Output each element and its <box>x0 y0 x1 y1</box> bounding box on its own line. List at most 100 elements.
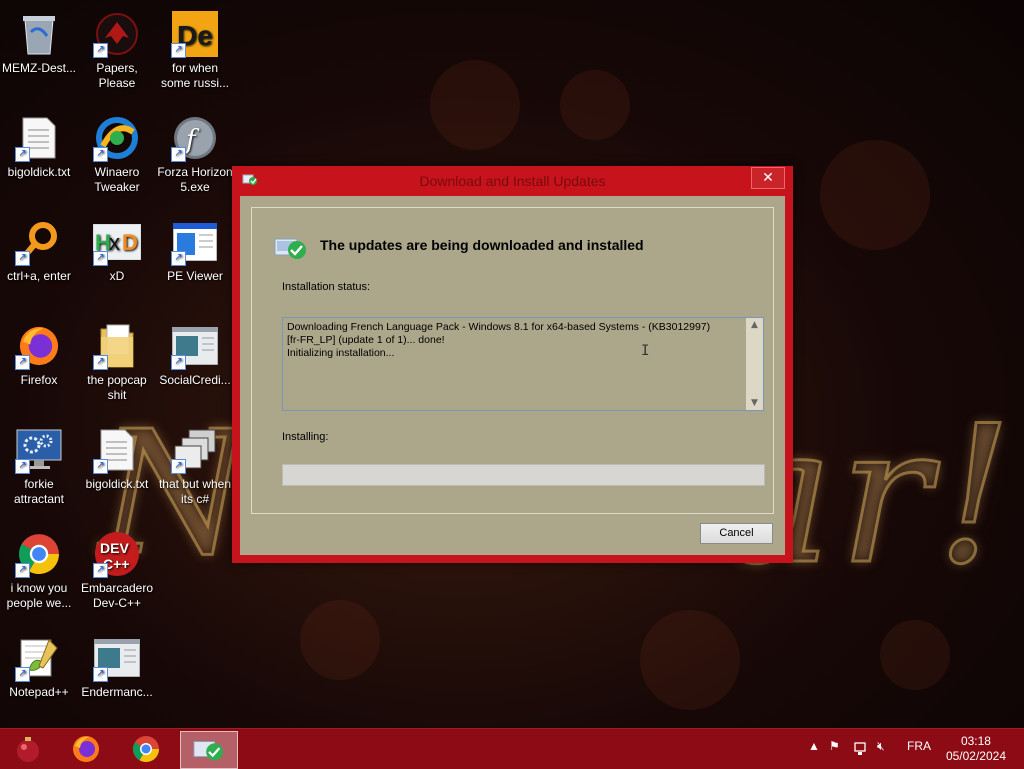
dialog-client: The updates are being downloaded and ins… <box>240 196 785 555</box>
shortcut-arrow-icon: ↗ <box>15 355 30 370</box>
desktop-icon[interactable]: ↗ the popcap shit <box>78 316 156 403</box>
app-window-icon: ↗ <box>171 322 219 370</box>
desktop-icon[interactable]: ↗ SocialCredi... <box>156 316 234 388</box>
pe-viewer-icon: ↗ <box>171 218 219 266</box>
flash-icon: f ↗ <box>171 114 219 162</box>
desktop-icon[interactable]: ↗ bigoldick.txt <box>78 420 156 492</box>
magnifier-ring-icon: ↗ <box>15 218 63 266</box>
desktop-icon-label: the popcap shit <box>87 373 147 402</box>
show-hidden-icons-icon[interactable]: ▲ <box>808 739 820 753</box>
desktop-icon-label: PE Viewer <box>167 269 223 283</box>
shortcut-arrow-icon: ↗ <box>171 355 186 370</box>
start-ornament-icon <box>17 737 39 762</box>
svg-text:x: x <box>109 230 120 255</box>
desktop-icon-label: Firefox <box>20 373 58 387</box>
status-scrollbar[interactable]: ▲ ▼ <box>746 318 763 410</box>
taskbar-clock[interactable]: 03:18 05/02/2024 <box>946 734 1006 764</box>
notepadpp-icon: ↗ <box>15 634 63 682</box>
folder-icon: ↗ <box>93 322 141 370</box>
desktop-icon[interactable]: ↗ forkie attractant <box>0 420 78 507</box>
chrome-icon: ↗ <box>15 530 63 578</box>
desktop-icon[interactable]: f ↗ Forza Horizon 5.exe <box>156 108 234 195</box>
start-button[interactable] <box>0 731 56 767</box>
clock-time: 03:18 <box>960 734 991 748</box>
install-progress-bar <box>282 464 765 486</box>
shortcut-arrow-icon: ↗ <box>93 251 108 266</box>
taskbar-windows-update[interactable] <box>180 731 238 769</box>
desktop-icon[interactable]: ↗ Winaero Tweaker <box>78 108 156 195</box>
windows-update-icon <box>193 741 224 761</box>
desktop-icon[interactable]: ↗ Papers, Please <box>78 4 156 91</box>
shortcut-arrow-icon: ↗ <box>171 251 186 266</box>
desktop-icon-label: i know you people we... <box>6 581 72 610</box>
desktop-icon[interactable]: ↗ PE Viewer <box>156 212 234 284</box>
desktop-icon-label: Embarcadero Dev-C++ <box>80 581 154 610</box>
desktop-icon-label: Papers, Please <box>96 61 138 90</box>
desktop-icon-label: forkie attractant <box>13 477 65 506</box>
shortcut-arrow-icon: ↗ <box>171 459 186 474</box>
devcpp-icon: DEV C++ ↗ <box>93 530 141 578</box>
shortcut-arrow-icon: ↗ <box>93 667 108 682</box>
desktop-icon-label: Notepad++ <box>9 685 69 699</box>
desktop-icon[interactable]: De ↗ for when some russi... <box>156 4 234 91</box>
text-file-icon: ↗ <box>15 114 63 162</box>
close-button[interactable]: ✕ <box>751 167 785 189</box>
volume-muted-icon[interactable]: 🔇︎ <box>877 739 885 754</box>
shortcut-arrow-icon: ↗ <box>93 355 108 370</box>
cancel-button[interactable]: Cancel <box>700 523 773 544</box>
taskbar: ▲ ⚑ 🔇︎ FRA 03:18 05/02/2024 <box>0 728 1024 769</box>
dialog-panel: The updates are being downloaded and ins… <box>251 207 774 514</box>
firefox-icon <box>73 736 99 762</box>
desktop-icon-label: ctrl+a, enter <box>7 269 71 283</box>
action-center-flag-icon[interactable]: ⚑ <box>829 739 840 753</box>
text-cursor-icon: I <box>641 343 650 359</box>
dialog-heading: The updates are being downloaded and ins… <box>320 237 644 253</box>
dialog-titlebar[interactable]: Download and Install Updates ✕ <box>232 166 793 196</box>
app-window-icon: ↗ <box>93 634 141 682</box>
papers-please-icon: ↗ <box>93 10 141 58</box>
shortcut-arrow-icon: ↗ <box>15 251 30 266</box>
shortcut-arrow-icon: ↗ <box>15 667 30 682</box>
desktop-icon-label: that but when its c# <box>158 477 232 506</box>
desktop-icon-label: MEMZ-Dest... <box>2 61 76 75</box>
desktop-icon[interactable]: ↗ that but when its c# <box>156 420 234 507</box>
desktop-icon[interactable]: Hx D ↗ xD <box>78 212 156 284</box>
status-textbox[interactable]: Downloading French Language Pack - Windo… <box>282 317 764 411</box>
desktop-icon[interactable]: ↗ i know you people we... <box>0 524 78 611</box>
desktop-icon-label: xD <box>109 269 125 283</box>
shortcut-arrow-icon: ↗ <box>93 43 108 58</box>
desktop-icon-label: Endermanc... <box>81 685 153 699</box>
desktop-icon-label: Forza Horizon 5.exe <box>157 165 233 194</box>
taskbar-chrome[interactable] <box>118 731 174 767</box>
chrome-icon <box>132 736 160 763</box>
desktop-icon[interactable]: ↗ bigoldick.txt <box>0 108 78 180</box>
hxd-icon: Hx D ↗ <box>93 218 141 266</box>
text-file-icon: ↗ <box>93 426 141 474</box>
desktop-icon[interactable]: ↗ Endermanc... <box>78 628 156 700</box>
desktop-icon[interactable]: DEV C++ ↗ Embarcadero Dev-C++ <box>78 524 156 611</box>
shortcut-arrow-icon: ↗ <box>15 563 30 578</box>
winaero-icon: ↗ <box>93 114 141 162</box>
desktop-icon[interactable]: ↗ Firefox <box>0 316 78 388</box>
shortcut-arrow-icon: ↗ <box>93 563 108 578</box>
desktop-icon[interactable]: ↗ Notepad++ <box>0 628 78 700</box>
network-icon[interactable] <box>852 741 868 757</box>
svg-text:DEV: DEV <box>100 540 129 556</box>
svg-text:D: D <box>122 230 138 255</box>
desktop-icon[interactable]: ↗ ctrl+a, enter <box>0 212 78 284</box>
shortcut-arrow-icon: ↗ <box>93 147 108 162</box>
shortcut-arrow-icon: ↗ <box>171 147 186 162</box>
dialog-title: Download and Install Updates <box>419 173 606 189</box>
desktop-icon[interactable]: MEMZ-Dest... <box>0 4 78 76</box>
de-icon: De ↗ <box>171 10 219 58</box>
status-label: Installation status: <box>282 281 371 293</box>
stacked-windows-icon: ↗ <box>171 426 219 474</box>
monitor-gears-icon: ↗ <box>15 426 63 474</box>
desktop-icon-label: bigoldick.txt <box>7 165 71 179</box>
scroll-up-icon[interactable]: ▲ <box>746 318 763 332</box>
clock-date: 05/02/2024 <box>945 749 1006 763</box>
scroll-down-icon[interactable]: ▼ <box>746 396 763 410</box>
taskbar-firefox[interactable] <box>58 731 114 767</box>
status-text: Downloading French Language Pack - Windo… <box>287 321 711 359</box>
language-indicator[interactable]: FRA <box>907 739 931 753</box>
